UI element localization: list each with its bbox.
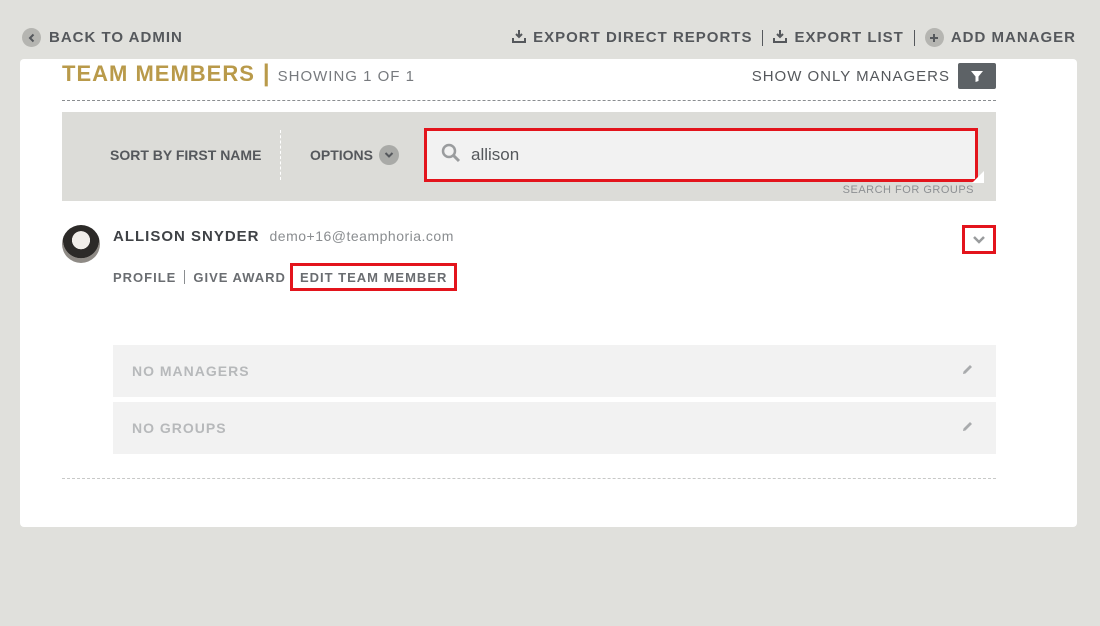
search-field[interactable] xyxy=(424,128,978,182)
sort-by-first-name-button[interactable]: SORT BY FIRST NAME xyxy=(110,147,261,163)
give-award-link[interactable]: GIVE AWARD xyxy=(193,270,286,285)
member-info: ALLISON SNYDER demo+16@teamphoria.com xyxy=(113,228,454,245)
search-for-groups-link[interactable]: SEARCH FOR GROUPS xyxy=(843,184,974,196)
link-divider xyxy=(184,270,186,284)
groups-row: NO GROUPS xyxy=(113,402,996,454)
pencil-icon xyxy=(963,422,972,431)
edit-managers-button[interactable] xyxy=(961,363,974,381)
groups-label: NO GROUPS xyxy=(132,420,227,436)
show-only-managers-toggle[interactable]: SHOW ONLY MANAGERS xyxy=(752,63,996,89)
chevron-left-icon xyxy=(22,28,41,47)
options-label: OPTIONS xyxy=(310,147,374,163)
edit-groups-button[interactable] xyxy=(961,420,974,438)
team-members-header: TEAM MEMBERS | SHOWING 1 OF 1 SHOW ONLY … xyxy=(62,60,996,100)
divider xyxy=(913,29,915,46)
top-bar: BACK TO ADMIN EXPORT DIRECT REPORTS EXPO… xyxy=(0,0,1100,58)
top-actions: EXPORT DIRECT REPORTS EXPORT LIST ADD MA… xyxy=(512,28,1076,47)
search-toolbar: SORT BY FIRST NAME OPTIONS SEARCH FOR GR… xyxy=(62,112,996,201)
page-title: TEAM MEMBERS xyxy=(62,61,255,86)
back-to-admin-label: BACK TO ADMIN xyxy=(49,29,183,46)
add-manager-label: ADD MANAGER xyxy=(950,29,1076,46)
toolbar-divider xyxy=(280,130,281,180)
avatar[interactable] xyxy=(62,225,100,263)
download-icon xyxy=(512,29,527,47)
plus-circle-icon xyxy=(924,28,944,47)
member-actions: PROFILE GIVE AWARD EDIT TEAM MEMBER xyxy=(113,263,458,291)
search-icon xyxy=(441,143,461,168)
export-direct-reports-button[interactable]: EXPORT DIRECT REPORTS xyxy=(512,29,752,47)
list-end-divider xyxy=(62,478,996,479)
filter-button[interactable] xyxy=(958,63,996,89)
back-to-admin-link[interactable]: BACK TO ADMIN xyxy=(22,28,183,47)
options-dropdown[interactable]: OPTIONS xyxy=(310,145,400,165)
profile-link[interactable]: PROFILE xyxy=(113,270,176,285)
export-direct-reports-label: EXPORT DIRECT REPORTS xyxy=(533,29,753,46)
managers-label: NO MANAGERS xyxy=(132,363,250,379)
export-list-button[interactable]: EXPORT LIST xyxy=(773,29,903,47)
pencil-icon xyxy=(963,365,972,374)
result-count: SHOWING 1 OF 1 xyxy=(277,68,415,85)
member-name: ALLISON SNYDER xyxy=(113,228,260,245)
managers-row: NO MANAGERS xyxy=(113,345,996,397)
chevron-down-icon xyxy=(973,235,985,244)
header-divider xyxy=(62,100,996,101)
add-manager-button[interactable]: ADD MANAGER xyxy=(924,28,1076,47)
expand-member-button[interactable] xyxy=(962,225,996,254)
corner-fold xyxy=(972,171,984,183)
edit-team-member-link[interactable]: EDIT TEAM MEMBER xyxy=(289,263,458,291)
divider xyxy=(762,29,764,46)
chevron-down-icon xyxy=(379,145,400,165)
title-separator: | xyxy=(262,60,270,87)
download-icon xyxy=(773,29,788,47)
export-list-label: EXPORT LIST xyxy=(794,29,904,46)
member-email: demo+16@teamphoria.com xyxy=(269,228,454,244)
title-group: TEAM MEMBERS | SHOWING 1 OF 1 xyxy=(62,60,415,88)
search-input[interactable] xyxy=(471,145,921,165)
show-only-managers-label: SHOW ONLY MANAGERS xyxy=(751,67,950,85)
funnel-icon xyxy=(971,71,983,82)
